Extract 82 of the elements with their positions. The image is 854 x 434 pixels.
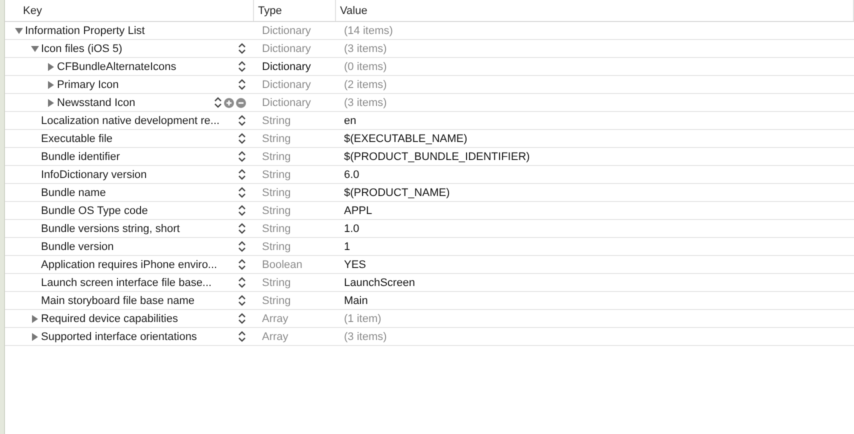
- stepper-icon[interactable]: [238, 43, 246, 54]
- stepper-icon[interactable]: [238, 295, 246, 306]
- stepper-icon[interactable]: [238, 241, 246, 252]
- type-text: String: [261, 132, 292, 144]
- stepper-icon[interactable]: [238, 313, 246, 324]
- remove-icon[interactable]: [236, 98, 246, 108]
- stepper-icon[interactable]: [238, 205, 246, 216]
- stepper-icon[interactable]: [238, 61, 246, 72]
- key-text: Primary Icon: [57, 78, 120, 90]
- column-header[interactable]: Value: [336, 0, 854, 21]
- type-text: String: [261, 186, 292, 198]
- column-header[interactable]: Type: [254, 0, 336, 21]
- type-text: String: [261, 240, 292, 252]
- value-text: (3 items): [343, 42, 388, 54]
- key-text: Bundle identifier: [41, 150, 121, 162]
- type-text: Array: [261, 330, 290, 342]
- stepper-icon[interactable]: [238, 79, 246, 90]
- stepper-icon[interactable]: [238, 259, 246, 270]
- value-text: Main: [343, 294, 369, 306]
- stepper-icon[interactable]: [238, 151, 246, 162]
- key-text: Newsstand Icon: [57, 96, 136, 108]
- stepper-icon[interactable]: [238, 331, 246, 342]
- stepper-icon[interactable]: [214, 97, 222, 108]
- key-text: InfoDictionary version: [41, 168, 148, 180]
- value-text: en: [343, 114, 358, 126]
- stepper-icon[interactable]: [238, 187, 246, 198]
- key-text: Supported interface orientations: [41, 330, 198, 342]
- key-text: Information Property List: [25, 24, 146, 36]
- type-text: Dictionary: [261, 96, 312, 108]
- type-text: String: [261, 294, 292, 306]
- value-text: $(PRODUCT_BUNDLE_IDENTIFIER): [343, 150, 531, 162]
- type-text: String: [261, 168, 292, 180]
- value-text: (3 items): [343, 330, 388, 342]
- type-text: String: [261, 276, 292, 288]
- column-header[interactable]: Key: [5, 0, 254, 21]
- type-text: Dictionary: [261, 60, 312, 72]
- value-text: APPL: [343, 204, 374, 216]
- stepper-icon[interactable]: [238, 115, 246, 126]
- collapse-triangle-icon[interactable]: [31, 44, 39, 52]
- key-text: Bundle OS Type code: [41, 204, 149, 216]
- key-text: Executable file: [41, 132, 114, 144]
- key-text: Icon files (iOS 5): [41, 42, 124, 54]
- value-text: $(EXECUTABLE_NAME): [343, 132, 468, 144]
- value-text: 1.0: [343, 222, 360, 234]
- expand-triangle-icon[interactable]: [47, 62, 55, 70]
- value-text: (1 item): [343, 312, 382, 324]
- key-text: Launch screen interface file base...: [41, 276, 213, 288]
- type-text: Dictionary: [261, 78, 312, 90]
- stepper-icon[interactable]: [238, 223, 246, 234]
- collapse-triangle-icon[interactable]: [15, 26, 23, 34]
- key-text: Bundle name: [41, 186, 107, 198]
- key-text: Main storyboard file base name: [41, 294, 196, 306]
- expand-triangle-icon[interactable]: [47, 80, 55, 88]
- key-text: Application requires iPhone enviro...: [41, 258, 218, 270]
- expand-triangle-icon[interactable]: [31, 314, 39, 322]
- key-text: Required device capabilities: [41, 312, 179, 324]
- type-text: String: [261, 150, 292, 162]
- type-text: String: [261, 204, 292, 216]
- value-text: (2 items): [343, 78, 388, 90]
- value-text: 6.0: [343, 168, 360, 180]
- type-text: Dictionary: [261, 24, 312, 36]
- value-text: LaunchScreen: [343, 276, 416, 288]
- expand-triangle-icon[interactable]: [47, 98, 55, 106]
- type-text: Boolean: [261, 258, 304, 270]
- type-text: Dictionary: [261, 42, 312, 54]
- stepper-icon[interactable]: [238, 133, 246, 144]
- value-text: (3 items): [343, 96, 388, 108]
- value-text: (0 items): [343, 60, 388, 72]
- value-text: $(PRODUCT_NAME): [343, 186, 451, 198]
- value-text: (14 items): [343, 24, 394, 36]
- key-text: Bundle version: [41, 240, 115, 252]
- key-text: CFBundleAlternateIcons: [57, 60, 178, 72]
- key-text: Bundle versions string, short: [41, 222, 181, 234]
- stepper-icon[interactable]: [238, 277, 246, 288]
- type-text: Array: [261, 312, 290, 324]
- expand-triangle-icon[interactable]: [31, 332, 39, 340]
- type-text: String: [261, 114, 292, 126]
- value-text: YES: [343, 258, 368, 270]
- key-text: Localization native development re...: [41, 114, 221, 126]
- value-text: 1: [343, 240, 352, 252]
- stepper-icon[interactable]: [238, 169, 246, 180]
- type-text: String: [261, 222, 292, 234]
